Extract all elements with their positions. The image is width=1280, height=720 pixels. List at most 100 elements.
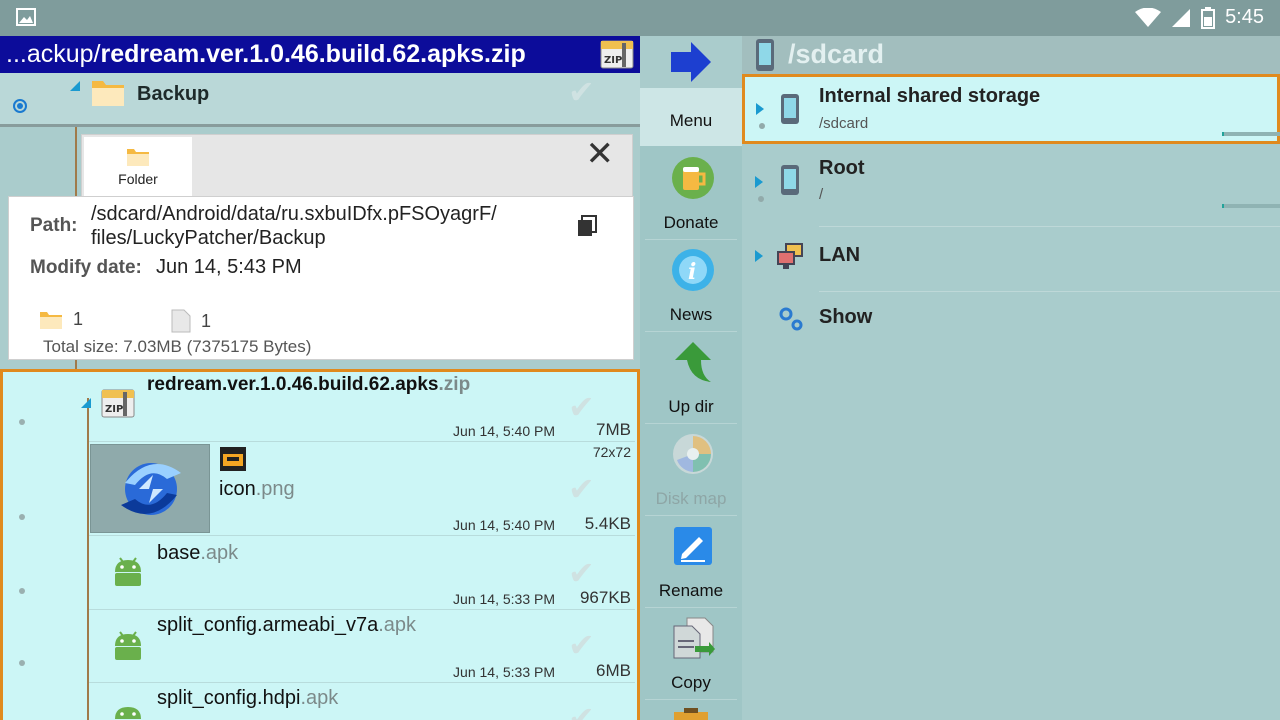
pencil-icon — [674, 527, 712, 565]
wifi-icon — [1135, 7, 1162, 27]
copy-label: Copy — [671, 673, 711, 692]
donate-button[interactable]: Donate — [645, 150, 737, 240]
list-item[interactable]: icon.png 72x72 ✔ Jun 14, 5:40 PM 5.4KB — [3, 442, 637, 535]
path-bar[interactable]: ...ackup/redream.ver.1.0.46.build.62.apk… — [0, 36, 640, 73]
storage-root[interactable]: Root / — [742, 146, 1280, 216]
network-icon — [777, 243, 803, 269]
android-icon — [115, 707, 141, 719]
file-name: split_config.armeabi_v7a.apk — [157, 614, 417, 636]
file-name: split_config.hdpi.apk — [157, 687, 339, 709]
zip-icon: ZIP — [600, 40, 634, 69]
path-label: Path: — [30, 215, 78, 236]
list-item[interactable]: split_config.armeabi_v7a.apk ✔ Jun 14, 5… — [3, 610, 637, 682]
file-count-value: 1 — [201, 310, 212, 331]
list-item[interactable]: split_config.hdpi.apk ✔ — [3, 683, 637, 720]
info-badge-icon: i — [672, 249, 714, 291]
select-check-icon[interactable]: ✔ — [568, 470, 595, 508]
copy-icon[interactable] — [577, 215, 597, 237]
disk-map-icon — [673, 434, 713, 474]
row-bullet — [19, 514, 25, 520]
file-date: Jun 14, 5:40 PM — [453, 517, 555, 533]
android-icon — [115, 557, 141, 586]
row-bullet — [19, 588, 25, 594]
popup-body: Path: /sdcard/Android/data/ru.sxbuIDfx.p… — [8, 196, 634, 360]
expand-arrow-icon[interactable] — [755, 176, 763, 188]
select-check-icon[interactable]: ✔ — [568, 699, 595, 720]
list-item[interactable]: ZIP redream.ver.1.0.46.build.62.apks.zip… — [3, 372, 637, 442]
file-date: Jun 14, 5:40 PM — [453, 423, 555, 439]
select-check-icon[interactable]: ✔ — [568, 626, 595, 664]
up-dir-label: Up dir — [668, 397, 714, 416]
select-check-icon[interactable]: ✔ — [568, 554, 595, 592]
menu-button[interactable]: Menu — [640, 88, 742, 146]
storage-name: Internal shared storage — [819, 85, 1041, 107]
close-icon[interactable]: ✕ — [586, 137, 615, 171]
news-button[interactable]: i News — [645, 242, 737, 332]
backup-folder-row[interactable]: Backup ✔ — [0, 73, 640, 127]
toolbar: Menu Donate i News Up dir Disk map Renam… — [640, 36, 742, 720]
file-count: 1 — [171, 309, 211, 333]
info-popup: Folder ✕ Path: /sdcard/Android/data/ru.s… — [8, 134, 634, 360]
pane-switch-button[interactable] — [640, 36, 742, 88]
android-icon — [115, 631, 141, 660]
file-icon — [171, 309, 191, 333]
more-tool-icon[interactable] — [672, 708, 710, 720]
tab-folder[interactable]: Folder — [84, 137, 192, 197]
tree-node-icon — [81, 398, 91, 408]
file-name: icon.png — [219, 478, 295, 500]
up-dir-button[interactable]: Up dir — [645, 334, 737, 424]
folder-icon — [127, 149, 149, 166]
backup-folder-name: Backup — [137, 83, 210, 105]
storage-path: / — [819, 186, 824, 203]
image-thumbnail — [90, 444, 210, 533]
tab-folder-label: Folder — [118, 171, 158, 187]
file-date: Jun 14, 5:33 PM — [453, 664, 555, 680]
arrow-up-icon — [675, 342, 711, 382]
list-item[interactable]: base.apk ✔ Jun 14, 5:33 PM 967KB — [3, 536, 637, 609]
show-more-row[interactable]: Show — [742, 286, 1280, 356]
rename-button[interactable]: Rename — [645, 518, 737, 608]
folder-count-value: 1 — [73, 309, 84, 329]
storage-usage-bar — [1222, 132, 1280, 136]
right-pane-title: /sdcard — [788, 39, 885, 69]
path-filename: redream.ver.1.0.46.build.62.apks.zip — [100, 40, 526, 68]
image-dimensions: 72x72 — [592, 444, 631, 460]
copy-button[interactable]: Copy — [645, 610, 737, 700]
status-bar: 5:45 — [0, 0, 1280, 36]
file-size: 5.4KB — [584, 514, 631, 533]
donate-label: Donate — [663, 213, 719, 232]
expand-arrow-icon[interactable] — [755, 250, 763, 262]
modify-date-value: Jun 14, 5:43 PM — [156, 256, 302, 278]
radio-selected-icon[interactable] — [13, 99, 27, 113]
folder-icon — [92, 81, 124, 106]
archive-badge-icon — [220, 447, 246, 471]
row-bullet — [19, 419, 25, 425]
arrow-right-icon — [671, 42, 711, 82]
disk-map-button[interactable]: Disk map — [645, 426, 737, 516]
folder-icon — [40, 311, 62, 329]
file-date: Jun 14, 5:33 PM — [453, 591, 555, 607]
phone-storage-icon — [781, 165, 799, 195]
modify-date-label: Modify date: — [30, 257, 142, 278]
storage-usage-bar — [1222, 204, 1280, 208]
right-pane: /sdcard Internal shared storage /sdcard … — [742, 36, 1280, 720]
row-bullet — [19, 660, 25, 666]
show-options-icon — [779, 307, 803, 331]
select-check-icon[interactable]: ✔ — [568, 73, 595, 111]
file-name: base.apk — [157, 542, 239, 564]
expand-arrow-icon[interactable] — [756, 103, 764, 115]
status-time: 5:45 — [1225, 6, 1264, 28]
storage-lan[interactable]: LAN — [742, 222, 1280, 292]
redream-logo-icon — [121, 463, 181, 515]
storage-internal[interactable]: Internal shared storage /sdcard — [742, 74, 1280, 144]
row-bullet — [758, 196, 764, 202]
row-bullet — [759, 123, 765, 129]
phone-storage-icon — [781, 94, 799, 124]
folder-count: 1 — [39, 309, 83, 330]
zip-icon: ZIP — [101, 389, 135, 418]
file-size: 7MB — [596, 420, 631, 439]
path-value-line2: files/LuckyPatcher/Backup — [91, 227, 326, 249]
phone-storage-icon — [756, 39, 774, 71]
select-check-icon[interactable]: ✔ — [568, 388, 595, 426]
svg-text:i: i — [688, 259, 696, 285]
